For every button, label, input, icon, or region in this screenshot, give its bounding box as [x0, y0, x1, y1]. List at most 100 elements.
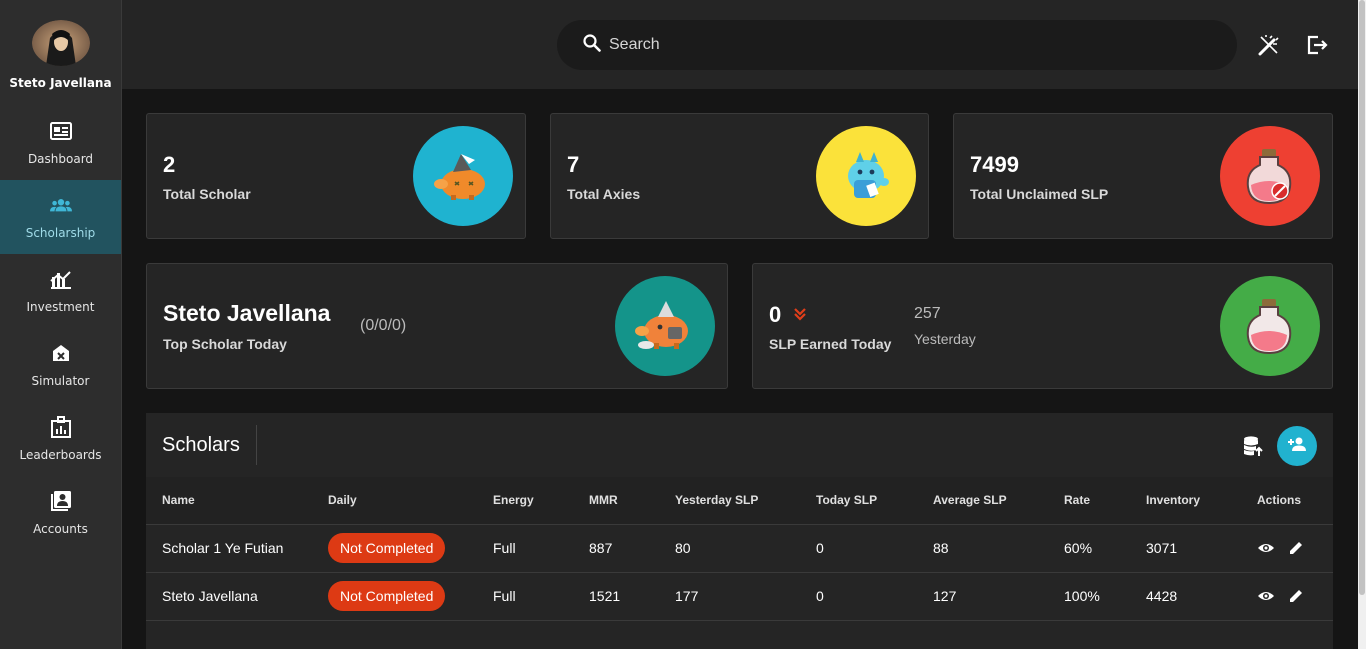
status-badge: Not Completed — [328, 581, 446, 611]
cell-name: Scholar 1 Ye Futian — [146, 524, 312, 573]
slp-potion-locked-icon — [1220, 126, 1320, 226]
stat-value: 7499 — [970, 152, 1019, 177]
trend-down-icon — [793, 307, 807, 326]
sidebar-item-dashboard[interactable]: Dashboard — [0, 106, 121, 180]
table-header-row: Name Daily Energy MMR Yesterday SLP Toda… — [146, 477, 1333, 525]
simulator-icon — [50, 342, 72, 364]
cell-energy: Full — [477, 572, 573, 621]
scholars-title: Scholars — [162, 434, 240, 456]
search-bar[interactable] — [557, 20, 1237, 70]
view-eye-icon[interactable] — [1257, 587, 1275, 605]
slp-today-value: 0 — [769, 302, 782, 327]
cell-inventory: 3071 — [1130, 524, 1241, 573]
slp-yesterday-value: 257 — [914, 305, 941, 322]
sidebar-item-label: Dashboard — [27, 152, 94, 166]
logout-icon[interactable] — [1305, 33, 1329, 57]
col-daily[interactable]: Daily — [312, 477, 477, 525]
cell-today-slp: 0 — [800, 524, 917, 573]
top-scholar-label: Top Scholar Today — [163, 336, 287, 352]
sidebar-item-scholarship[interactable]: Scholarship — [0, 180, 121, 254]
stat-label: Total Unclaimed SLP — [970, 186, 1109, 202]
topbar — [122, 0, 1358, 89]
top-scholar-record: (0/0/0) — [360, 317, 407, 334]
search-icon — [583, 33, 601, 57]
col-energy[interactable]: Energy — [477, 477, 573, 525]
cell-yesterday-slp: 177 — [659, 572, 800, 621]
add-user-icon — [1287, 436, 1307, 457]
cell-rate: 60% — [1048, 524, 1130, 573]
theme-toggle-icon[interactable] — [1257, 33, 1281, 57]
col-yesterday-slp[interactable]: Yesterday SLP — [659, 477, 800, 525]
cell-average-slp: 127 — [917, 572, 1048, 621]
col-actions: Actions — [1241, 477, 1333, 525]
stat-label: Total Scholar — [163, 186, 251, 202]
axie-top-scholar-icon — [615, 276, 715, 376]
sidebar-item-label: Scholarship — [25, 226, 96, 240]
title-divider — [256, 425, 257, 465]
leaderboards-icon — [50, 416, 72, 438]
stat-card-total-scholar: 2 Total Scholar — [146, 113, 526, 239]
col-name[interactable]: Name — [146, 477, 312, 525]
cell-mmr: 1521 — [573, 572, 659, 621]
dashboard-icon — [49, 120, 72, 142]
cell-energy: Full — [477, 524, 573, 573]
col-rate[interactable]: Rate — [1048, 477, 1130, 525]
sidebar-item-label: Investment — [26, 300, 95, 314]
status-badge: Not Completed — [328, 533, 446, 563]
stat-card-total-unclaimed-slp: 7499 Total Unclaimed SLP — [953, 113, 1333, 239]
edit-pencil-icon[interactable] — [1287, 587, 1305, 605]
table-row[interactable]: Steto Javellana Not Completed Full 1521 … — [146, 572, 1333, 621]
cell-name: Steto Javellana — [146, 572, 312, 621]
cell-actions — [1241, 524, 1333, 573]
col-today-slp[interactable]: Today SLP — [800, 477, 917, 525]
profile-name: Steto Javellana — [9, 76, 112, 90]
cell-yesterday-slp: 80 — [659, 524, 800, 573]
people-icon — [49, 194, 72, 216]
sidebar-item-investment[interactable]: Investment — [0, 254, 121, 328]
axie-aqua-icon — [816, 126, 916, 226]
accounts-icon — [50, 490, 72, 512]
profile: Steto Javellana — [0, 0, 121, 100]
sidebar-item-accounts[interactable]: Accounts — [0, 476, 121, 550]
stat-card-total-axies: 7 Total Axies — [550, 113, 929, 239]
database-upload-icon[interactable] — [1242, 435, 1264, 457]
slp-earned-card: 0 SLP Earned Today 257 Yesterday — [752, 263, 1333, 389]
sidebar-item-label: Accounts — [33, 522, 88, 536]
stat-value: 2 — [163, 152, 176, 177]
sidebar-item-label: Simulator — [31, 374, 90, 388]
stat-label: Total Axies — [567, 186, 641, 202]
avatar[interactable] — [31, 20, 90, 66]
slp-yesterday-label: Yesterday — [914, 331, 976, 347]
table-row[interactable]: Scholar 1 Ye Futian Not Completed Full 8… — [146, 524, 1333, 573]
cell-daily: Not Completed — [312, 572, 477, 621]
view-eye-icon[interactable] — [1257, 539, 1275, 557]
scholars-panel: Scholars Name Daily Energy MMR Yesterday… — [146, 413, 1333, 649]
top-scholar-card: Steto Javellana Top Scholar Today (0/0/0… — [146, 263, 728, 389]
cell-rate: 100% — [1048, 572, 1130, 621]
page-scrollbar[interactable] — [1358, 0, 1366, 649]
add-scholar-button[interactable] — [1277, 426, 1317, 466]
sidebar-item-simulator[interactable]: Simulator — [0, 328, 121, 402]
scholars-table: Name Daily Energy MMR Yesterday SLP Toda… — [146, 477, 1333, 621]
investment-icon — [49, 268, 72, 290]
sidebar: Steto Javellana Dashboard Scholarship In… — [0, 0, 122, 649]
cell-actions — [1241, 572, 1333, 621]
top-scholar-name: Steto Javellana — [163, 300, 331, 326]
cell-average-slp: 88 — [917, 524, 1048, 573]
scrollbar-thumb[interactable] — [1359, 0, 1365, 595]
edit-pencil-icon[interactable] — [1287, 539, 1305, 557]
axie-scholar-icon — [413, 126, 513, 226]
stat-value: 7 — [567, 152, 580, 177]
sidebar-item-label: Leaderboards — [19, 448, 102, 462]
col-inventory[interactable]: Inventory — [1130, 477, 1241, 525]
search-input[interactable] — [609, 36, 1169, 54]
cell-inventory: 4428 — [1130, 572, 1241, 621]
col-average-slp[interactable]: Average SLP — [917, 477, 1048, 525]
sidebar-item-leaderboards[interactable]: Leaderboards — [0, 402, 121, 476]
slp-today-label: SLP Earned Today — [769, 336, 892, 352]
col-mmr[interactable]: MMR — [573, 477, 659, 525]
cell-mmr: 887 — [573, 524, 659, 573]
cell-today-slp: 0 — [800, 572, 917, 621]
slp-potion-icon — [1220, 276, 1320, 376]
cell-daily: Not Completed — [312, 524, 477, 573]
